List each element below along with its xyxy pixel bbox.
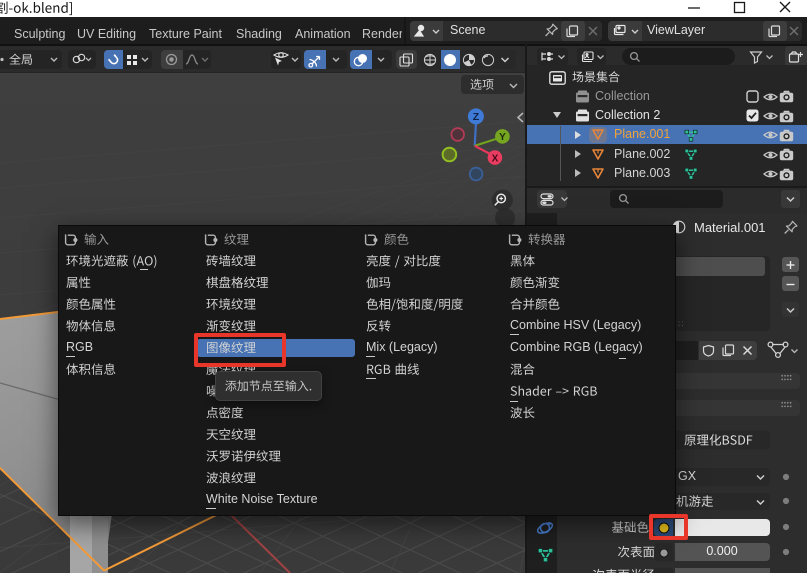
svg-text:X: X [492, 153, 499, 164]
svg-text:Y: Y [499, 132, 506, 143]
svg-text:Z: Z [473, 111, 480, 123]
